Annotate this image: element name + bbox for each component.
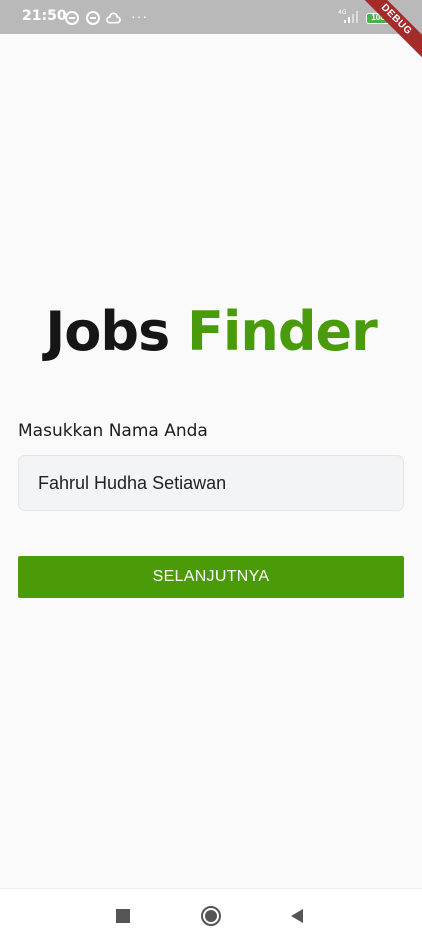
next-button[interactable]: SELANJUTNYA: [18, 556, 404, 598]
network-label: 4G: [338, 9, 347, 16]
debug-banner: DEBUG: [356, 0, 422, 60]
name-input[interactable]: [18, 455, 404, 511]
app-title: Jobs Finder: [0, 300, 422, 363]
navigation-bar: [0, 888, 422, 942]
home-circle-icon[interactable]: [198, 903, 224, 929]
status-time: 21:50: [22, 8, 67, 24]
signal-icon: 4G: [338, 8, 360, 29]
title-finder: Finder: [187, 300, 378, 363]
status-bar: 21:50 ··· 4G 100 DEBUG: [0, 0, 422, 60]
more-dots-icon: ···: [131, 8, 148, 24]
back-triangle-icon[interactable]: [284, 903, 310, 929]
sync-icon: [64, 10, 79, 25]
name-label: Masukkan Nama Anda: [18, 421, 208, 441]
recents-square-icon[interactable]: [110, 903, 136, 929]
cloud-icon: [106, 10, 121, 25]
title-jobs: Jobs: [45, 300, 170, 363]
sync-icon: [85, 10, 100, 25]
